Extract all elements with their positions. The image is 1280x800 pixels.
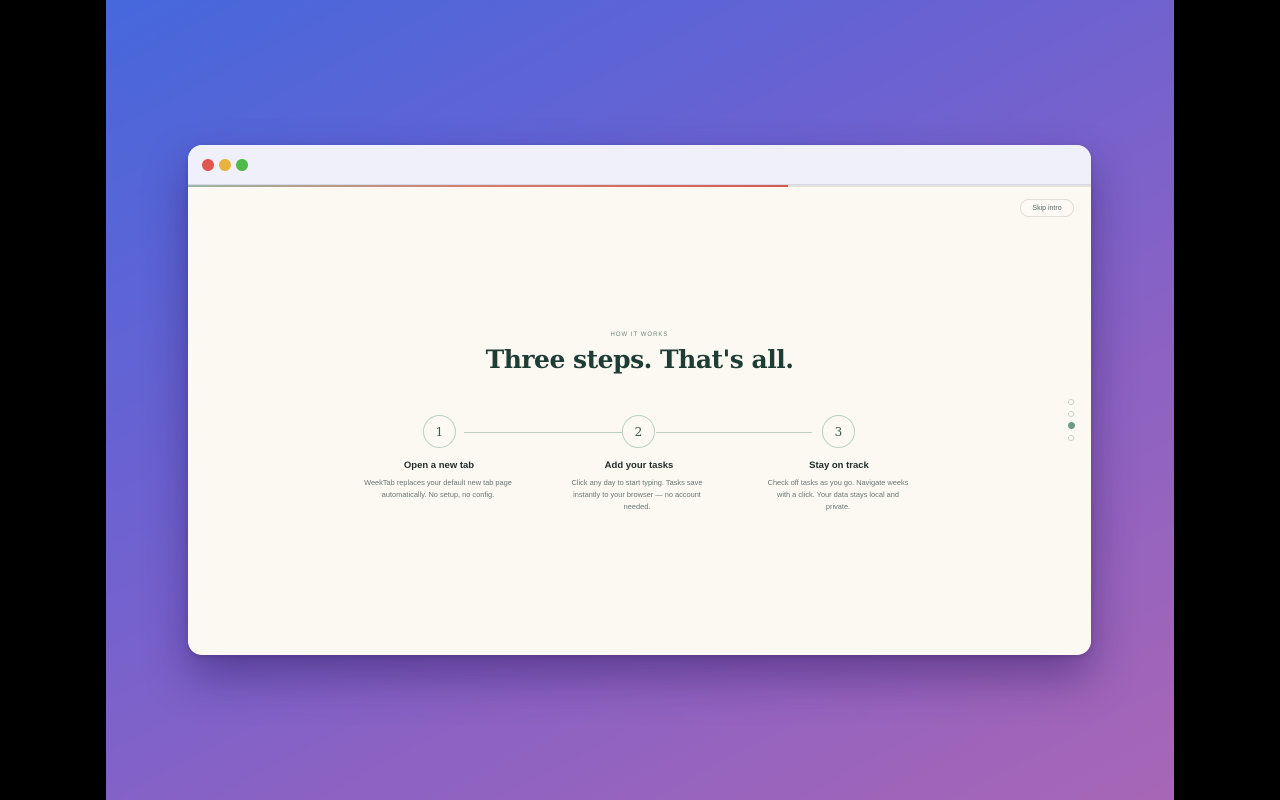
skip-intro-button[interactable]: Skip intro <box>1020 199 1074 217</box>
slide-dot-1[interactable] <box>1068 399 1074 405</box>
step-connector-2-3 <box>656 432 812 433</box>
browser-titlebar <box>188 145 1091 185</box>
step-description-3: Check off tasks as you go. Navigate week… <box>767 478 909 511</box>
close-window-button[interactable] <box>202 159 214 171</box>
step-title-2: Add your tasks <box>604 460 674 471</box>
slide-dot-2[interactable] <box>1068 410 1074 417</box>
step-description-2: Click any day to start typing. Tasks sav… <box>571 478 703 511</box>
browser-window: Skip intro HOW IT WORKS Three steps. Tha… <box>188 145 1091 655</box>
maximize-window-button[interactable] <box>236 159 248 171</box>
step-number-3: 3 <box>822 415 855 448</box>
slide-dot-3[interactable] <box>1067 422 1075 429</box>
step-connector-1-2 <box>464 432 622 433</box>
slide-dot-4[interactable] <box>1068 434 1074 441</box>
step-title-3: Stay on track <box>809 460 869 471</box>
intro-slide: Skip intro HOW IT WORKS Three steps. Tha… <box>188 187 1091 655</box>
step-title-1: Open a new tab <box>403 460 475 471</box>
slide-pagination <box>1067 399 1075 446</box>
section-eyebrow: HOW IT WORKS <box>610 332 669 338</box>
minimize-window-button[interactable] <box>219 159 231 171</box>
desktop-background: Skip intro HOW IT WORKS Three steps. Tha… <box>106 0 1174 800</box>
step-description-1: WeekTab replaces your default new tab pa… <box>364 478 512 499</box>
step-number-1: 1 <box>423 415 456 448</box>
step-number-2: 2 <box>622 415 655 448</box>
page-title: Three steps. That's all. <box>485 345 794 374</box>
